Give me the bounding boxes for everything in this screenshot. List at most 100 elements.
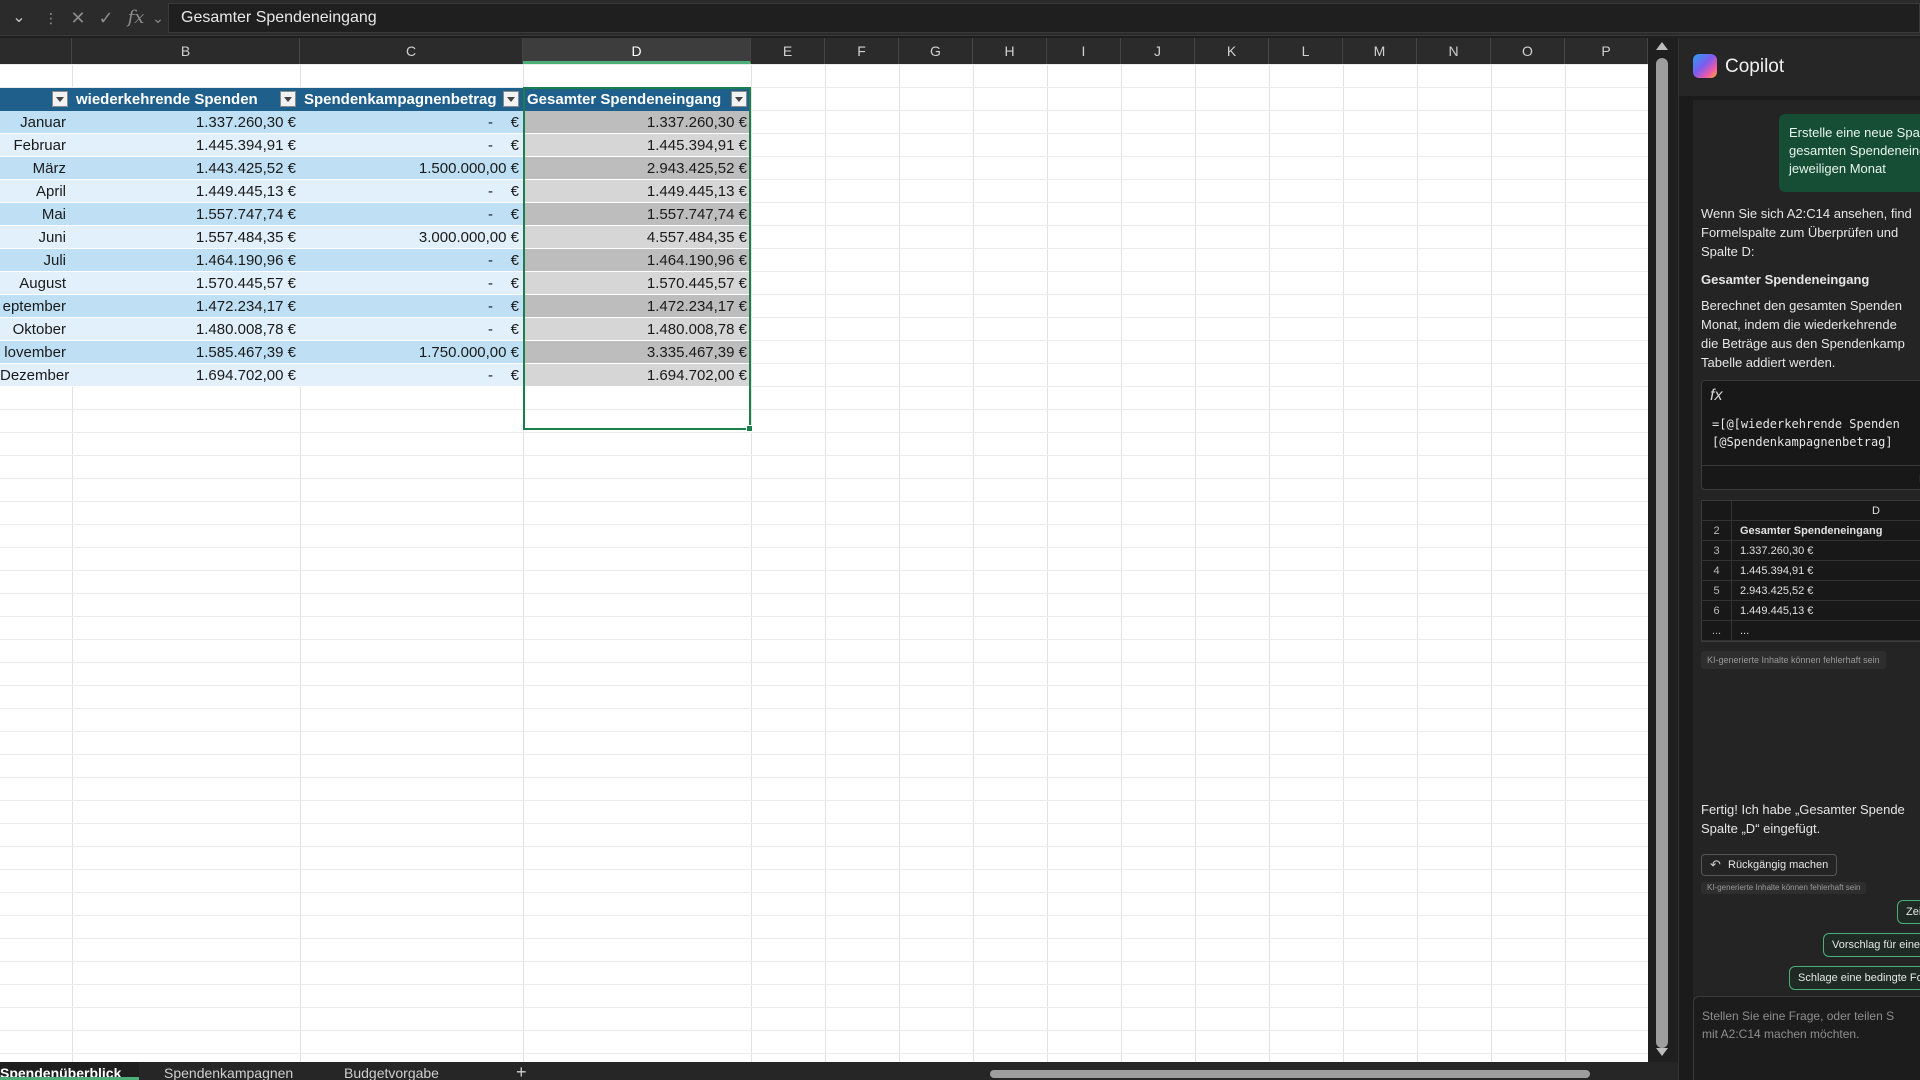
suggestion-chip[interactable]: Schlage eine bedingte Fo <box>1789 966 1920 990</box>
sheet-tab-spendenueberblick[interactable]: Spendenüberblick <box>0 1062 140 1080</box>
table-cell-month[interactable]: Februar <box>0 134 72 157</box>
undo-button[interactable]: ↶ Rückgängig machen <box>1701 854 1837 876</box>
table-cell-total[interactable]: 1.337.260,30 € <box>523 111 751 134</box>
fx-icon[interactable]: fx <box>124 6 148 30</box>
sheet-tab-budgetvorgabe[interactable]: Budgetvorgabe <box>326 1062 457 1080</box>
column-header-b[interactable]: B <box>72 38 300 64</box>
table-cell-recurring[interactable]: 1.464.190,96 € <box>72 249 300 272</box>
cancel-icon[interactable]: ✕ <box>66 6 90 30</box>
column-header-a[interactable] <box>0 38 72 64</box>
column-header-l[interactable]: L <box>1269 38 1343 64</box>
table-cell-total[interactable]: 1.464.190,96 € <box>523 249 751 272</box>
scroll-up-icon[interactable] <box>1656 42 1668 50</box>
table-cell-month[interactable]: Mai <box>0 203 72 226</box>
table-cell-recurring[interactable]: 1.557.484,35 € <box>72 226 300 249</box>
preview-row-number: 2 <box>1702 521 1732 541</box>
table-cell-recurring[interactable]: 1.472.234,17 € <box>72 295 300 318</box>
table-cell-campaign[interactable]: - € <box>300 272 523 295</box>
table-cell-total[interactable]: 1.480.008,78 € <box>523 318 751 341</box>
column-header-g[interactable]: G <box>899 38 973 64</box>
formula-input[interactable]: Gesamter Spendeneingang <box>168 3 1920 33</box>
copilot-chat-input[interactable]: Stellen Sie eine Frage, oder teilen S mi… <box>1693 996 1920 1080</box>
table-cell-total[interactable]: 3.335.467,39 € <box>523 341 751 364</box>
fill-handle[interactable] <box>746 425 753 432</box>
table-cell-total[interactable]: 1.472.234,17 € <box>523 295 751 318</box>
add-sheet-button[interactable]: + <box>516 1062 536 1080</box>
table-cell-month[interactable]: August <box>0 272 72 295</box>
column-header-c[interactable]: C <box>300 38 523 64</box>
table-cell-campaign[interactable]: - € <box>300 295 523 318</box>
column-header-i[interactable]: I <box>1047 38 1121 64</box>
spreadsheet-grid[interactable]: B C D E F G H I J K L M N O P wiederkehr… <box>0 38 1648 1062</box>
column-header-m[interactable]: M <box>1343 38 1417 64</box>
table-cell-total[interactable]: 1.570.445,57 € <box>523 272 751 295</box>
name-box-dropdown[interactable]: ⌄ <box>0 4 38 32</box>
scrollbar-thumb[interactable] <box>1656 58 1668 1048</box>
filter-dropdown-icon[interactable] <box>280 91 296 107</box>
preview-row-value: ... <box>1740 625 1750 637</box>
horizontal-scrollbar-thumb[interactable] <box>990 1070 1590 1078</box>
gridline-horizontal <box>0 455 1648 456</box>
table-cell-campaign[interactable]: - € <box>300 318 523 341</box>
table-cell-campaign[interactable]: 1.750.000,00 € <box>300 341 523 364</box>
table-cell-recurring[interactable]: 1.585.467,39 € <box>72 341 300 364</box>
column-header-h[interactable]: H <box>973 38 1047 64</box>
table-cell-campaign[interactable]: - € <box>300 249 523 272</box>
table-cell-campaign[interactable]: - € <box>300 134 523 157</box>
table-cell-recurring[interactable]: 1.337.260,30 € <box>72 111 300 134</box>
table-cell-recurring[interactable]: 1.570.445,57 € <box>72 272 300 295</box>
chevron-down-icon[interactable]: ⌄ <box>146 6 170 30</box>
filter-dropdown-icon[interactable] <box>503 91 519 107</box>
explain-button[interactable]: Erkl <box>1702 465 1920 489</box>
vertical-scrollbar[interactable] <box>1648 38 1678 1062</box>
table-cell-month[interactable]: März <box>0 157 72 180</box>
suggestion-chip[interactable]: Vorschlag für eine <box>1823 933 1920 957</box>
confirm-icon[interactable]: ✓ <box>94 6 118 30</box>
table-cell-month[interactable]: lovember <box>0 341 72 364</box>
table-cell-campaign[interactable]: - € <box>300 111 523 134</box>
gridline-horizontal <box>0 639 1648 640</box>
table-cell-month[interactable]: Oktober <box>0 318 72 341</box>
table-cell-month[interactable]: Dezember <box>0 364 72 387</box>
table-cell-recurring[interactable]: 1.445.394,91 € <box>72 134 300 157</box>
column-header-o[interactable]: O <box>1491 38 1565 64</box>
table-cell-campaign[interactable]: - € <box>300 180 523 203</box>
table-cell-recurring[interactable]: 1.480.008,78 € <box>72 318 300 341</box>
table-cell-campaign[interactable]: 1.500.000,00 € <box>300 157 523 180</box>
table-cell-total[interactable]: 2.943.425,52 € <box>523 157 751 180</box>
column-header-n[interactable]: N <box>1417 38 1491 64</box>
sheet-tab-spendenkampagnen[interactable]: Spendenkampagnen <box>146 1062 311 1080</box>
table-cell-campaign[interactable]: 3.000.000,00 € <box>300 226 523 249</box>
column-header-f[interactable]: F <box>825 38 899 64</box>
table-cell-recurring[interactable]: 1.694.702,00 € <box>72 364 300 387</box>
table-cell-month[interactable]: Januar <box>0 111 72 134</box>
column-header-k[interactable]: K <box>1195 38 1269 64</box>
table-cell-campaign[interactable]: - € <box>300 364 523 387</box>
table-cell-total[interactable]: 1.445.394,91 € <box>523 134 751 157</box>
empty-value-dash: - <box>488 275 493 292</box>
table-cell-total[interactable]: 4.557.484,35 € <box>523 226 751 249</box>
table-cell-total[interactable]: 1.557.747,74 € <box>523 203 751 226</box>
more-options-icon[interactable]: ⋮ <box>44 8 58 28</box>
table-cell-total[interactable]: 1.449.445,13 € <box>523 180 751 203</box>
table-cell-month[interactable]: Juni <box>0 226 72 249</box>
horizontal-scrollbar[interactable] <box>978 1068 1650 1078</box>
suggestion-chip[interactable]: Zeig <box>1897 900 1920 924</box>
column-header-d[interactable]: D <box>523 38 751 64</box>
column-header-p[interactable]: P <box>1565 38 1648 64</box>
table-cell-recurring[interactable]: 1.449.445,13 € <box>72 180 300 203</box>
column-header-j[interactable]: J <box>1121 38 1195 64</box>
table-cell-total[interactable]: 1.694.702,00 € <box>523 364 751 387</box>
table-cell-month[interactable]: Juli <box>0 249 72 272</box>
column-header-e[interactable]: E <box>751 38 825 64</box>
table-cell-month[interactable]: eptember <box>0 295 72 318</box>
scroll-down-icon[interactable] <box>1656 1048 1668 1056</box>
table-cell-campaign[interactable]: - € <box>300 203 523 226</box>
table-cell-recurring[interactable]: 1.557.747,74 € <box>72 203 300 226</box>
filter-dropdown-icon[interactable] <box>731 91 747 107</box>
gridline-horizontal <box>0 662 1648 663</box>
table-cell-recurring[interactable]: 1.443.425,52 € <box>72 157 300 180</box>
gridline-horizontal <box>0 1053 1648 1054</box>
filter-dropdown-icon[interactable] <box>52 91 68 107</box>
table-cell-month[interactable]: April <box>0 180 72 203</box>
